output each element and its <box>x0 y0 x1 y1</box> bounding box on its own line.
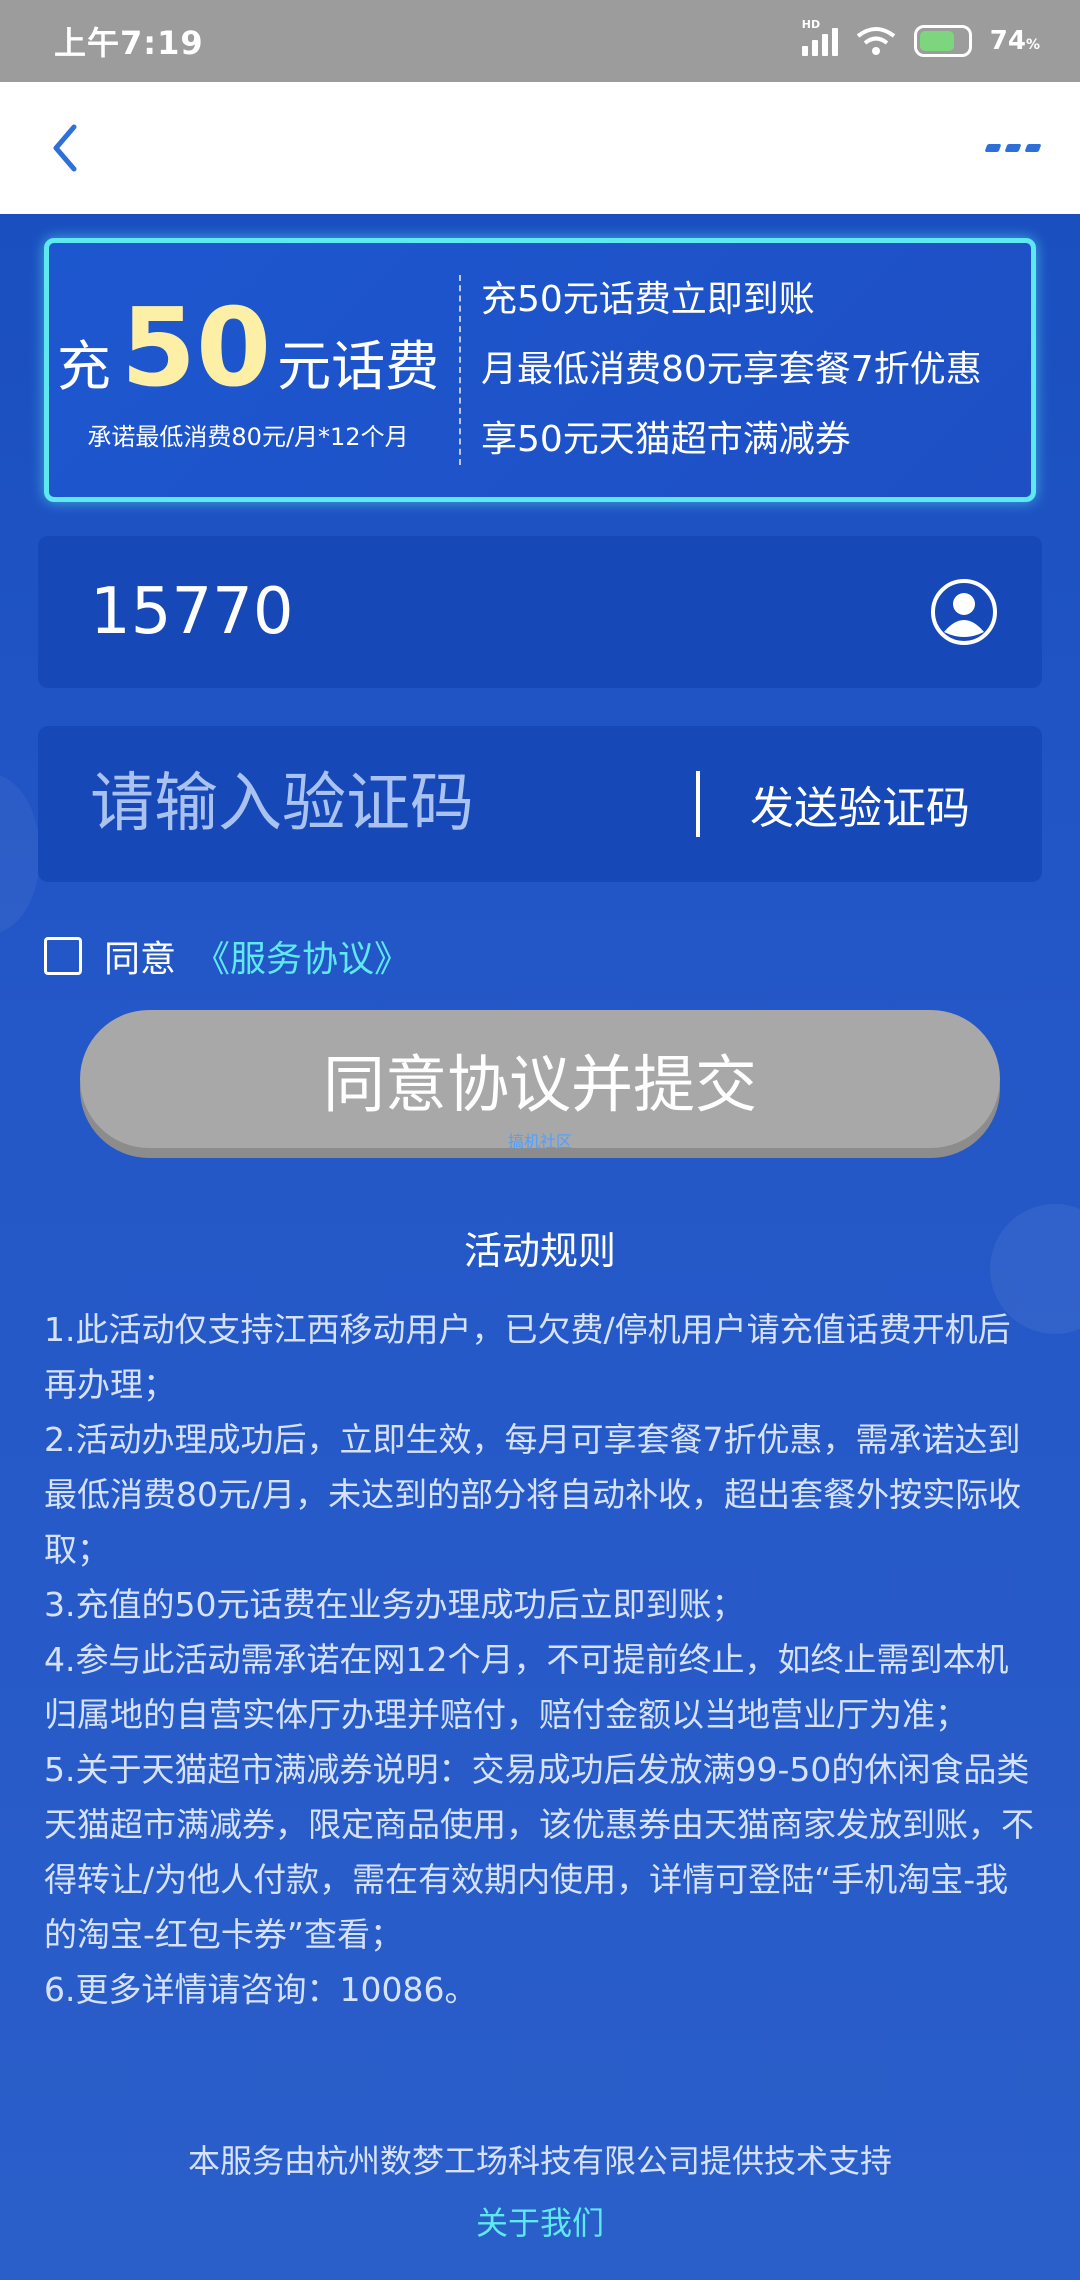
user-avatar-icon[interactable] <box>930 578 998 646</box>
promo-banner: 充 50 元话费 承诺最低消费80元/月*12个月 充50元话费立即到账 月最低… <box>44 238 1036 502</box>
phone-field <box>38 536 1042 688</box>
verification-code-field: 发送验证码 <box>38 726 1042 882</box>
about-us-link[interactable]: 关于我们 <box>0 2198 1080 2244</box>
benefit-item: 享50元天猫超市满减券 <box>481 419 851 460</box>
rules-list: 1.此活动仅支持江西移动用户，已欠费/停机用户请充值话费开机后再办理； 2.活动… <box>44 1302 1038 2017</box>
agree-label: 同意 <box>104 939 177 980</box>
phone-input[interactable] <box>90 575 790 649</box>
benefit-item: 充50元话费立即到账 <box>481 279 815 320</box>
footer-text: 本服务由杭州数梦工场科技有限公司提供技术支持 <box>187 2142 892 2180</box>
benefit-item: 月最低消费80元享套餐7折优惠 <box>481 349 982 390</box>
rule-item: 2.活动办理成功后，立即生效，每月可享套餐7折优惠，需承诺达到最低消费80元/月… <box>44 1420 1022 1569</box>
nav-bar <box>0 82 1080 214</box>
watermark: 搞机社区 <box>507 1132 572 1151</box>
battery-percent: 74% <box>989 26 1040 56</box>
rule-item: 3.充值的50元话费在业务办理成功后立即到账； <box>44 1585 745 1624</box>
signal-icon: HD <box>801 18 838 56</box>
banner-divider <box>459 275 461 465</box>
chevron-left-icon[interactable] <box>40 118 90 178</box>
rule-item: 4.参与此活动需承诺在网12个月，不可提前终止，如终止需到本机归属地的自营实体厅… <box>44 1640 1009 1734</box>
banner-subtitle: 承诺最低消费80元/月*12个月 <box>87 422 409 451</box>
banner-benefits: 充50元话费立即到账 月最低消费80元享套餐7折优惠 享50元天猫超市满减券 <box>481 265 982 475</box>
headline-pre: 充 <box>56 334 111 398</box>
decorative-shape <box>0 774 40 934</box>
rule-item: 1.此活动仅支持江西移动用户，已欠费/停机用户请充值话费开机后再办理； <box>44 1310 1011 1404</box>
main-content: 充 50 元话费 承诺最低消费80元/月*12个月 充50元话费立即到账 月最低… <box>0 214 1080 2280</box>
rule-item: 6.更多详情请咨询：10086。 <box>44 1970 478 2009</box>
status-bar: 上午7:19 HD 74% <box>0 0 1080 82</box>
agreement-row: 同意 《服务协议》 <box>44 930 410 982</box>
field-separator <box>696 771 700 837</box>
service-agreement-link[interactable]: 《服务协议》 <box>194 930 410 982</box>
rules-title: 活动规则 <box>463 1229 616 1273</box>
headline-post: 元话费 <box>277 334 440 398</box>
send-code-button[interactable]: 发送验证码 <box>750 772 970 836</box>
battery-fill <box>919 31 954 51</box>
headline-amount: 50 <box>120 285 272 411</box>
more-dots-icon[interactable] <box>984 144 1048 152</box>
wifi-icon <box>856 27 896 55</box>
rule-item: 5.关于天猫超市满减券说明：交易成功后发放满99-50的休闲食品类天猫超市满减券… <box>44 1750 1034 1954</box>
status-time: 上午7:19 <box>54 24 204 62</box>
hd-label: HD <box>801 18 821 31</box>
status-icons: HD 74% <box>801 18 1040 57</box>
banner-headline-block: 充 50 元话费 承诺最低消费80元/月*12个月 <box>49 289 447 452</box>
banner-headline: 充 50 元话费 <box>49 285 447 411</box>
battery-icon <box>913 25 972 57</box>
agree-checkbox[interactable] <box>44 937 82 975</box>
verification-code-input[interactable] <box>90 767 690 841</box>
